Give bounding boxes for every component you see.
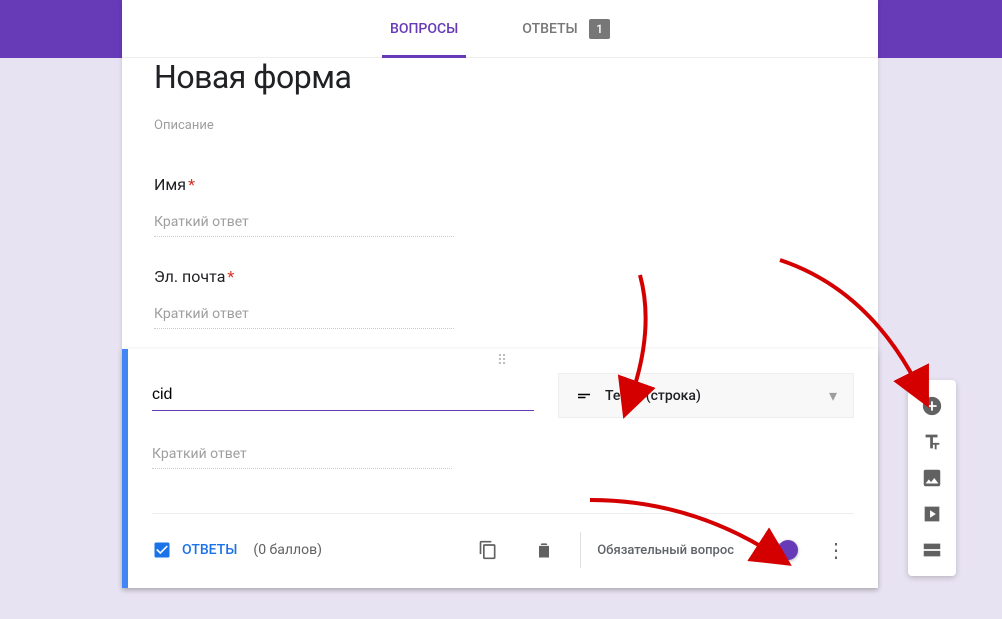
question-type-label: Текст (строка): [605, 388, 829, 404]
required-star-icon: *: [227, 267, 234, 286]
editing-question-block: ⠿ Текст (строка) ▾ Краткий ответ ОТВЕТЫ …: [122, 349, 878, 588]
divider: [580, 532, 581, 568]
form-description[interactable]: Описание: [154, 118, 846, 133]
duplicate-button[interactable]: [468, 530, 508, 570]
copy-icon: [478, 540, 498, 560]
question-title-input[interactable]: [152, 380, 534, 411]
more-options-button[interactable]: ⋮: [818, 530, 854, 570]
short-answer-placeholder: Краткий ответ: [154, 214, 454, 237]
required-label: Обязательный вопрос: [597, 543, 734, 558]
image-icon: [921, 467, 943, 489]
tab-questions[interactable]: ВОПРОСЫ: [382, 0, 466, 58]
tab-answers[interactable]: ОТВЕТЫ 1: [514, 0, 618, 58]
tabs: ВОПРОСЫ ОТВЕТЫ 1: [122, 0, 878, 58]
answer-key-button[interactable]: ОТВЕТЫ (0 баллов): [152, 540, 322, 560]
drag-handle-icon[interactable]: ⠿: [497, 353, 509, 369]
side-toolbar: [908, 380, 956, 576]
short-text-icon: [575, 387, 593, 405]
answer-key-label: ОТВЕТЫ: [182, 542, 237, 558]
question-label-text: Имя: [154, 175, 186, 194]
editing-row: Текст (строка) ▾: [152, 373, 854, 418]
points-label: (0 баллов): [253, 542, 322, 558]
delete-button[interactable]: [524, 530, 564, 570]
plus-circle-icon: [921, 395, 943, 417]
checkbox-icon: [152, 540, 172, 560]
more-vert-icon: ⋮: [826, 538, 846, 562]
question-footer: ОТВЕТЫ (0 баллов) Обязательный вопрос ⋮: [152, 513, 854, 588]
form-card: ВОПРОСЫ ОТВЕТЫ 1 Новая форма Описание Им…: [122, 0, 878, 588]
title-icon: [921, 431, 943, 453]
add-section-button[interactable]: [914, 532, 950, 568]
add-image-button[interactable]: [914, 460, 950, 496]
form-title-section: Новая форма Описание: [122, 58, 878, 157]
section-icon: [921, 539, 943, 561]
required-star-icon: *: [188, 175, 195, 194]
add-question-button[interactable]: [914, 388, 950, 424]
short-answer-placeholder: Краткий ответ: [154, 306, 454, 329]
question-email: Эл. почта* Краткий ответ: [122, 249, 878, 341]
add-title-button[interactable]: [914, 424, 950, 460]
short-answer-placeholder: Краткий ответ: [152, 446, 452, 469]
question-label: Эл. почта*: [154, 267, 234, 286]
question-name: Имя* Краткий ответ: [122, 157, 878, 249]
required-toggle[interactable]: [758, 543, 794, 557]
chevron-down-icon: ▾: [829, 386, 837, 405]
answers-count-badge: 1: [589, 19, 610, 39]
add-video-button[interactable]: [914, 496, 950, 532]
question-type-select[interactable]: Текст (строка) ▾: [558, 373, 854, 418]
trash-icon: [534, 540, 554, 560]
form-title[interactable]: Новая форма: [154, 58, 846, 96]
tab-answers-label: ОТВЕТЫ: [522, 21, 577, 37]
video-icon: [921, 503, 943, 525]
question-label-text: Эл. почта: [154, 267, 225, 286]
question-label: Имя*: [154, 175, 195, 194]
